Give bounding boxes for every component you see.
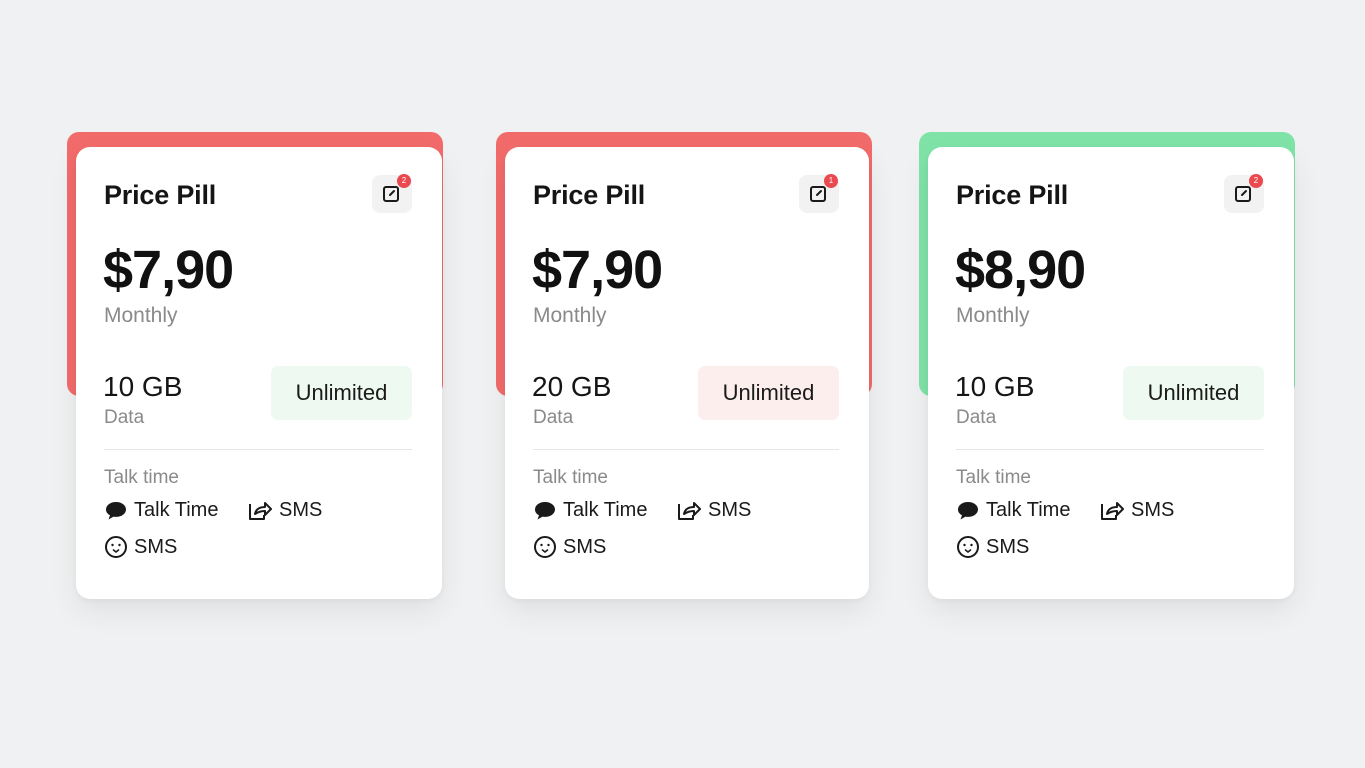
- feature-label: SMS: [134, 535, 178, 558]
- section-label: Talk time: [104, 467, 179, 488]
- feature-label: SMS: [986, 535, 1030, 558]
- card-title: Price Pill: [533, 180, 646, 210]
- speech-bubble-icon: [535, 501, 555, 519]
- billing-period: Monthly: [956, 304, 1030, 327]
- notification-badge: 2: [1249, 174, 1263, 188]
- unlimited-pill[interactable]: Unlimited: [698, 366, 839, 420]
- price: $7,90: [103, 240, 234, 300]
- data-label: Data: [533, 407, 574, 428]
- feature-label: Talk Time: [986, 499, 1071, 521]
- external-link-icon: [1235, 186, 1251, 202]
- data-label: Data: [956, 407, 997, 428]
- data-amount: 10 GB: [955, 371, 1035, 402]
- notification-badge: 2: [397, 174, 411, 188]
- unlimited-pill[interactable]: Unlimited: [1123, 366, 1264, 420]
- feature-label: Talk Time: [134, 499, 219, 521]
- external-link-icon: [810, 186, 826, 202]
- feature-talk-time: Talk Time: [956, 499, 1070, 522]
- unlimited-pill[interactable]: Unlimited: [271, 366, 412, 420]
- divider: [533, 449, 839, 450]
- plan-card-body[interactable]: Price Pill 2 $7,90 Monthly 10 GB Data Un…: [76, 147, 442, 599]
- feature-talk-time: Talk Time: [533, 499, 647, 522]
- price: $8,90: [955, 240, 1086, 300]
- smiley-icon: [105, 536, 127, 558]
- data-amount: 10 GB: [103, 371, 183, 402]
- feature-talk-time: Talk Time: [104, 499, 218, 522]
- divider: [956, 449, 1264, 450]
- notification-badge: 1: [824, 174, 838, 188]
- billing-period: Monthly: [533, 304, 607, 327]
- feature-sms-2: SMS: [956, 535, 1029, 559]
- speech-bubble-icon: [106, 501, 126, 519]
- smiley-icon: [534, 536, 556, 558]
- divider: [104, 449, 412, 450]
- feature-label: Talk Time: [563, 499, 648, 521]
- share-button[interactable]: 2: [1224, 174, 1264, 213]
- price: $7,90: [532, 240, 663, 300]
- plan-card-3: Price Pill 2 $8,90 Monthly 10 GB Data Un…: [919, 132, 1295, 602]
- card-title: Price Pill: [956, 180, 1069, 210]
- plan-card-body[interactable]: Price Pill 1 $7,90 Monthly 20 GB Data Un…: [505, 147, 869, 599]
- feature-label: SMS: [279, 499, 323, 521]
- feature-sms-2: SMS: [104, 535, 177, 559]
- billing-period: Monthly: [104, 304, 178, 327]
- speech-bubble-icon: [958, 501, 978, 519]
- plan-card-1: Price Pill 2 $7,90 Monthly 10 GB Data Un…: [67, 132, 443, 602]
- section-label: Talk time: [956, 467, 1031, 488]
- feature-sms: SMS: [247, 499, 322, 522]
- feature-label: SMS: [1131, 499, 1175, 521]
- plan-card-2: Price Pill 1 $7,90 Monthly 20 GB Data Un…: [496, 132, 872, 602]
- feature-sms-2: SMS: [533, 535, 606, 559]
- share-icon: [249, 501, 272, 520]
- section-label: Talk time: [533, 467, 608, 488]
- card-title: Price Pill: [104, 180, 217, 210]
- share-button[interactable]: 1: [799, 174, 839, 213]
- smiley-icon: [957, 536, 979, 558]
- data-amount: 20 GB: [532, 371, 612, 402]
- external-link-icon: [383, 186, 399, 202]
- share-button[interactable]: 2: [372, 174, 412, 213]
- feature-label: SMS: [563, 535, 607, 558]
- share-icon: [678, 501, 701, 520]
- feature-sms: SMS: [676, 499, 751, 522]
- plan-card-body[interactable]: Price Pill 2 $8,90 Monthly 10 GB Data Un…: [928, 147, 1294, 599]
- share-icon: [1101, 501, 1124, 520]
- feature-label: SMS: [708, 499, 752, 521]
- data-label: Data: [104, 407, 145, 428]
- feature-sms: SMS: [1099, 499, 1174, 522]
